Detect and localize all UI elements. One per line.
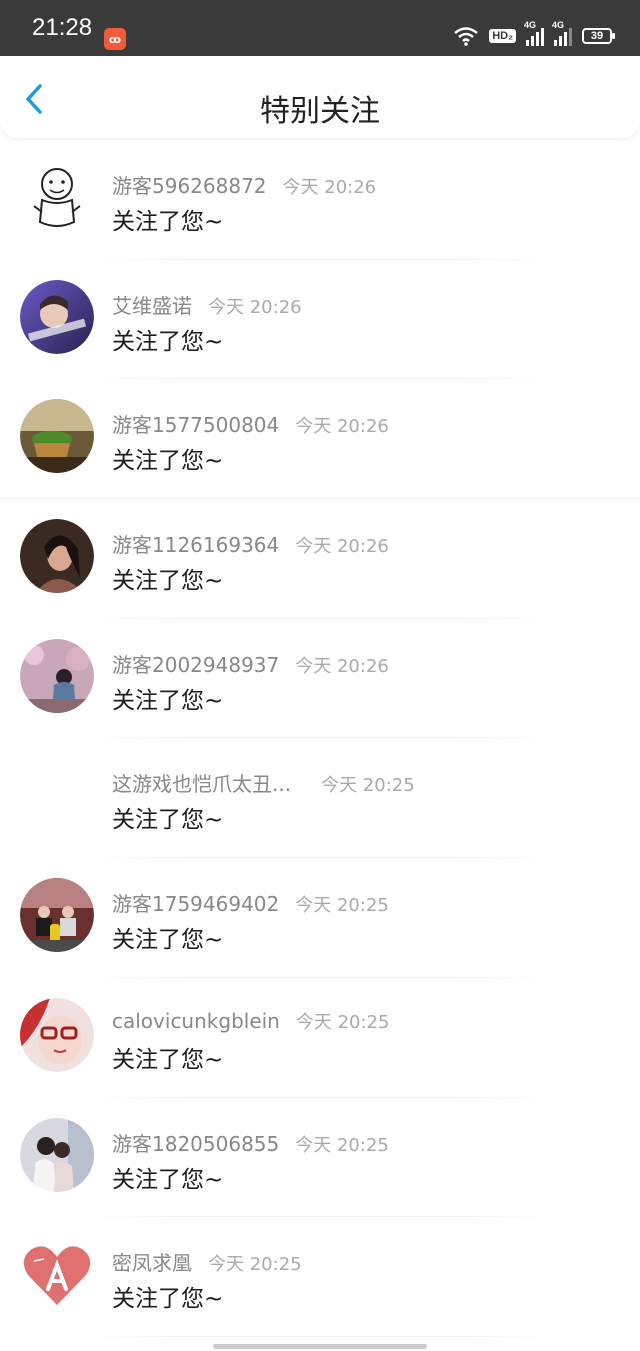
message: 关注了您~ — [112, 1166, 224, 1193]
username: 游客2002948937 今天 20:26 — [112, 652, 389, 677]
timestamp: 今天 20:26 — [282, 177, 377, 198]
signal-label: 4G — [552, 20, 565, 30]
username: 游客1759469402 今天 20:25 — [112, 892, 389, 917]
message: 关注了您~ — [112, 328, 224, 355]
list-item[interactable]: 游客1759469402 今天 20:25 关注了您~ — [0, 858, 640, 978]
avatar[interactable] — [20, 1117, 94, 1192]
list-item[interactable]: 游客1126169364 今天 20:26 关注了您~ — [0, 499, 640, 619]
battery-icon: 39 — [582, 28, 615, 44]
signal-icon: 4G — [524, 20, 544, 46]
message: 关注了您~ — [112, 807, 224, 834]
list-item[interactable]: 游客596268872 今天 20:26 关注了您~ — [0, 140, 640, 260]
list-item[interactable]: calovicunkgblein 今天 20:25 关注了您~ — [0, 978, 640, 1098]
wifi-icon — [454, 27, 479, 46]
message: 关注了您~ — [112, 687, 224, 714]
message: 关注了您~ — [112, 568, 224, 595]
status-icons: HD₂ 4G 4G 39 — [453, 20, 615, 46]
avatar[interactable] — [20, 1237, 94, 1312]
timestamp: 今天 20:25 — [208, 1254, 302, 1276]
status-bar: 21:28 ꝏ HD₂ 4G 4G 39 — [0, 0, 640, 56]
timestamp: 今天 20:25 — [321, 775, 415, 797]
divider — [92, 1335, 548, 1337]
avatar[interactable] — [20, 399, 94, 474]
avatar[interactable] — [20, 519, 94, 594]
username: 游客596268872 今天 20:26 — [112, 174, 377, 198]
username: 游客1820506855 今天 20:25 — [112, 1131, 389, 1156]
header: 特别关注 — [0, 56, 640, 138]
timestamp: 今天 20:25 — [295, 1134, 389, 1156]
app-badge-icon: ꝏ — [104, 28, 126, 50]
list-item[interactable]: 游客1820506855 今天 20:25 关注了您~ — [0, 1098, 640, 1218]
username: 游客1577500804 今天 20:26 — [112, 413, 389, 438]
list-item[interactable]: 游客2002948937 今天 20:26 关注了您~ — [0, 619, 640, 739]
avatar[interactable] — [20, 160, 94, 234]
page-title: 特别关注 — [260, 94, 380, 129]
timestamp: 今天 20:26 — [295, 536, 389, 558]
status-time: 21:28 — [32, 14, 93, 41]
signal-label: 4G — [524, 20, 537, 30]
message: 关注了您~ — [112, 1286, 224, 1313]
username: 密凤求凰 今天 20:25 — [112, 1251, 302, 1276]
avatar[interactable] — [20, 997, 94, 1072]
home-indicator[interactable] — [213, 1344, 427, 1349]
timestamp: 今天 20:26 — [295, 655, 389, 677]
timestamp: 今天 20:26 — [208, 296, 302, 318]
message: 关注了您~ — [112, 209, 224, 235]
list-item[interactable]: 艾维盛诺 今天 20:26 关注了您~ — [0, 260, 640, 380]
avatar[interactable] — [20, 279, 94, 354]
avatar[interactable] — [20, 638, 94, 713]
timestamp: 今天 20:25 — [295, 1011, 390, 1033]
list-item[interactable]: 这游戏也恺爪太丑... 今天 20:25 关注了您~ — [0, 738, 640, 859]
follow-list: 游客596268872 今天 20:26 关注了您~ 艾维盛诺 今天 20:26 关… — [0, 140, 640, 1337]
message: 关注了您~ — [112, 1046, 224, 1073]
signal-icon: 4G — [552, 20, 572, 46]
message: 关注了您~ — [112, 448, 224, 475]
username: 这游戏也恺爪太丑... 今天 20:25 — [112, 772, 415, 797]
message: 关注了您~ — [112, 927, 224, 954]
username: calovicunkgblein 今天 20:25 — [112, 1008, 390, 1033]
avatar[interactable] — [20, 878, 94, 953]
avatar[interactable] — [20, 758, 94, 832]
timestamp: 今天 20:26 — [295, 416, 389, 438]
list-item[interactable]: 游客1577500804 今天 20:26 关注了您~ — [0, 379, 640, 500]
username: 游客1126169364 今天 20:26 — [112, 533, 389, 558]
hd-badge: HD₂ — [489, 29, 516, 43]
timestamp: 今天 20:25 — [295, 895, 389, 917]
username: 艾维盛诺 今天 20:26 — [112, 293, 302, 318]
list-item[interactable]: 密凤求凰 今天 20:25 关注了您~ — [0, 1217, 640, 1337]
